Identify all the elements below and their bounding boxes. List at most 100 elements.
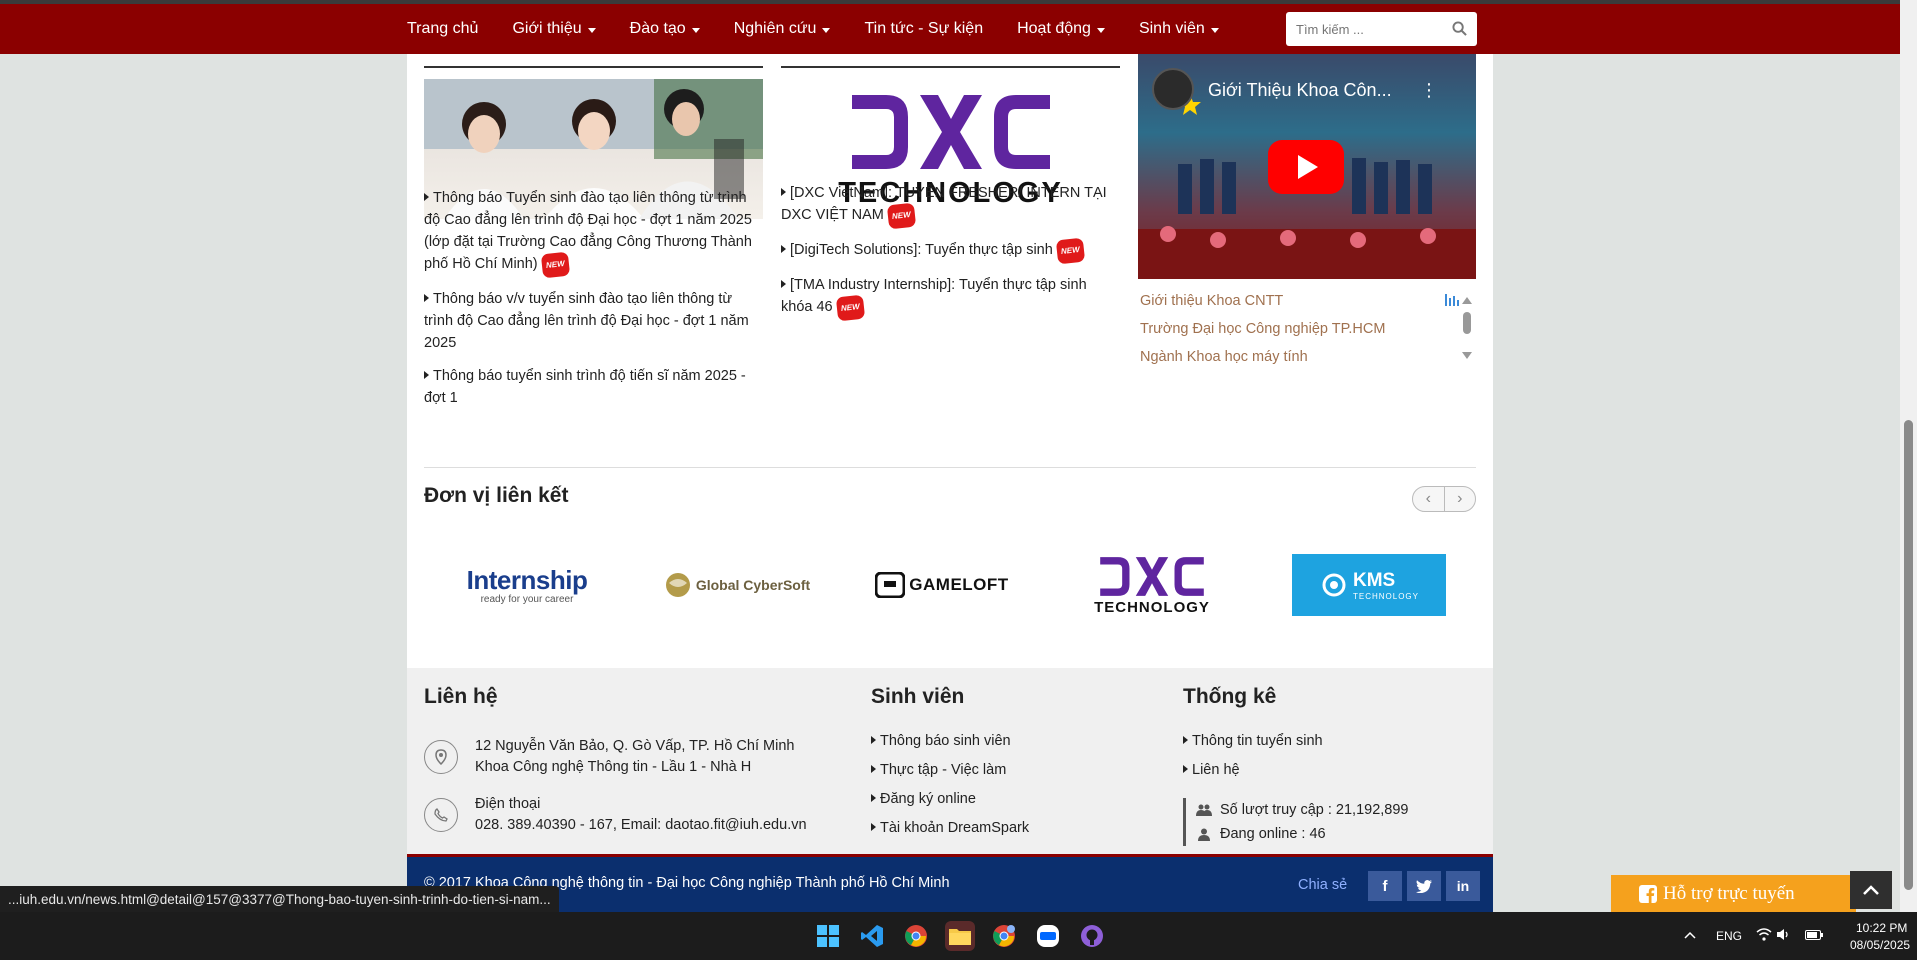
search-icon[interactable] [1452,21,1467,36]
partners-title: Đơn vị liên kết [424,484,569,507]
playlist-item[interactable]: Ngành Khoa học máy tính [1140,346,1460,368]
playlist-item[interactable]: Trường Đại học Công nghiệp TP.HCM [1140,318,1460,340]
footer-link[interactable]: Thực tập - Việc làm [871,760,1029,781]
online-row: Đang online : 46 [1196,822,1409,846]
nav-item-training[interactable]: Đào tạo [630,20,700,38]
section-divider [424,66,763,68]
chrome-icon[interactable] [901,921,931,951]
partner-logo-internship[interactable]: Internship ready for your career [447,554,607,616]
video-title[interactable]: Giới Thiệu Khoa Côn... [1208,80,1392,101]
partner-logo-global-cybersoft[interactable]: Global CyberSoft [657,554,817,616]
news-item[interactable]: [TMA Industry Internship]: Tuyển thực tậ… [781,274,1120,322]
chrome-profile-icon[interactable] [989,921,1019,951]
news-item[interactable]: [DigiTech Solutions]: Tuyển thực tập sin… [781,237,1120,265]
zalo-icon[interactable] [1033,921,1063,951]
partner-logo-dxc[interactable]: TECHNOLOGY [1072,554,1232,616]
footer-link[interactable]: Đăng ký online [871,789,1029,810]
more-options-icon[interactable]: ⋮ [1420,80,1438,101]
partner-logo-gameloft[interactable]: GAMELOFT [862,554,1022,616]
back-to-top-button[interactable] [1850,871,1892,909]
nav-item-news[interactable]: Tin tức - Sự kiện [864,20,983,38]
nav-item-research[interactable]: Nghiên cứu [734,20,831,38]
chevron-left-icon[interactable]: ‹ [1413,487,1445,511]
support-label: Hỗ trợ trực tuyến [1663,883,1795,904]
playlist-item[interactable]: Giới thiệu Khoa CNTT [1140,290,1460,312]
github-icon[interactable] [1077,921,1107,951]
nav-item-home[interactable]: Trang chủ [407,20,478,38]
news-item[interactable]: Thông báo Tuyển sinh đào tạo liên thông … [424,187,763,279]
equalizer-icon [1445,294,1459,306]
wifi-icon[interactable] [1756,928,1772,941]
user-icon [1198,828,1210,841]
youtube-video-player[interactable]: Giới Thiệu Khoa Côn... ⋮ [1138,54,1476,279]
stats-title: Thống kê [1183,685,1277,708]
footer-link[interactable]: Liên hệ [1183,760,1323,781]
language-indicator[interactable]: ENG [1716,929,1742,943]
stats-links: Thông tin tuyển sinh Liên hệ [1183,731,1323,789]
footer-link-text: Thông báo sinh viên [880,733,1011,749]
news-item-text: Thông báo Tuyển sinh đào tạo liên thông … [424,190,752,272]
caret-down-icon [1210,27,1219,33]
vscode-icon[interactable] [857,921,887,951]
scrollbar-thumb[interactable] [1904,420,1913,890]
file-explorer-icon[interactable] [945,921,975,951]
partner-tagline: TECHNOLOGY [1352,591,1419,601]
online-support-button[interactable]: Hỗ trợ trực tuyến [1611,875,1856,913]
copyright-bar: © 2017 Khoa Công nghệ thông tin - Đại họ… [407,854,1493,912]
windows-taskbar: ENG 10:22 PM 08/05/2025 [0,912,1917,960]
footer-link[interactable]: Thông tin tuyển sinh [1183,731,1323,752]
bullet-icon [424,294,429,302]
footer-link[interactable]: Thông báo sinh viên [871,731,1029,752]
partner-name: Global CyberSoft [695,577,811,593]
nav-item-about[interactable]: Giới thiệu [512,20,596,38]
status-url-bar: ...iuh.edu.vn/news.html@detail@157@3377@… [0,886,559,913]
bullet-icon [781,245,786,253]
footer-link-text: Liên hệ [1192,762,1240,778]
footer-link-text: Thông tin tuyển sinh [1192,733,1323,749]
nav-item-students[interactable]: Sinh viên [1139,20,1219,38]
address-row: 12 Nguyễn Văn Bảo, Q. Gò Vấp, TP. Hồ Chí… [424,736,794,778]
students-links: Thông báo sinh viên Thực tập - Việc làm … [871,731,1029,847]
facebook-share-icon[interactable]: f [1368,871,1402,901]
partner-logo-kms[interactable]: KMS TECHNOLOGY [1292,554,1446,616]
facebook-icon [1639,885,1657,903]
nav-item-activities[interactable]: Hoạt động [1017,20,1105,38]
caret-down-icon [822,27,831,33]
address-line: 12 Nguyễn Văn Bảo, Q. Gò Vấp, TP. Hồ Chí… [475,738,795,754]
bullet-icon [781,280,786,288]
kms-gear-icon [1322,573,1346,597]
footer-link[interactable]: Tài khoản DreamSpark [871,818,1029,839]
news-item[interactable]: Thông báo tuyển sinh trình độ tiến sĩ nă… [424,365,763,409]
caret-down-icon [691,27,700,33]
news-item[interactable]: Thông báo v/v tuyển sinh đào tạo liên th… [424,288,763,354]
bullet-icon [871,823,876,831]
news-item-text: [DXC VietNam]: TUYỂN FRESHER/ INTERN TẠI… [781,185,1107,223]
windows-start-icon[interactable] [813,921,843,951]
search-box [1286,12,1477,46]
clock-date[interactable]: 08/05/2025 [1850,938,1910,952]
section-divider [781,66,1120,68]
news-item-text: [DigiTech Solutions]: Tuyển thực tập sin… [790,242,1053,258]
partner-tagline: ready for your career [480,594,574,605]
footer-link-text: Đăng ký online [880,791,976,807]
gameloft-icon [875,572,906,598]
main-navbar: Trang chủ Giới thiệu Đào tạo Nghiên cứu … [0,4,1900,54]
volume-icon[interactable] [1776,928,1790,941]
users-icon [1196,804,1212,816]
chevron-right-icon[interactable]: › [1445,487,1476,511]
tray-chevron-up-icon[interactable] [1684,931,1696,939]
new-badge: NEW [835,294,865,322]
search-input[interactable] [1296,21,1446,37]
nav-label: Tin tức - Sự kiện [864,20,984,37]
twitter-share-icon[interactable] [1407,871,1441,901]
play-icon[interactable] [1268,140,1344,194]
linkedin-share-icon[interactable]: in [1446,871,1480,901]
page-scrollbar[interactable] [1900,0,1917,912]
news-item[interactable]: [DXC VietNam]: TUYỂN FRESHER/ INTERN TẠI… [781,182,1120,230]
battery-icon[interactable] [1805,930,1823,940]
clock-time[interactable]: 10:22 PM [1856,921,1907,935]
playlist-scrollbar[interactable] [1460,294,1474,374]
dxc-mark-icon [851,94,1050,169]
bullet-icon [871,794,876,802]
channel-avatar[interactable] [1152,68,1194,110]
